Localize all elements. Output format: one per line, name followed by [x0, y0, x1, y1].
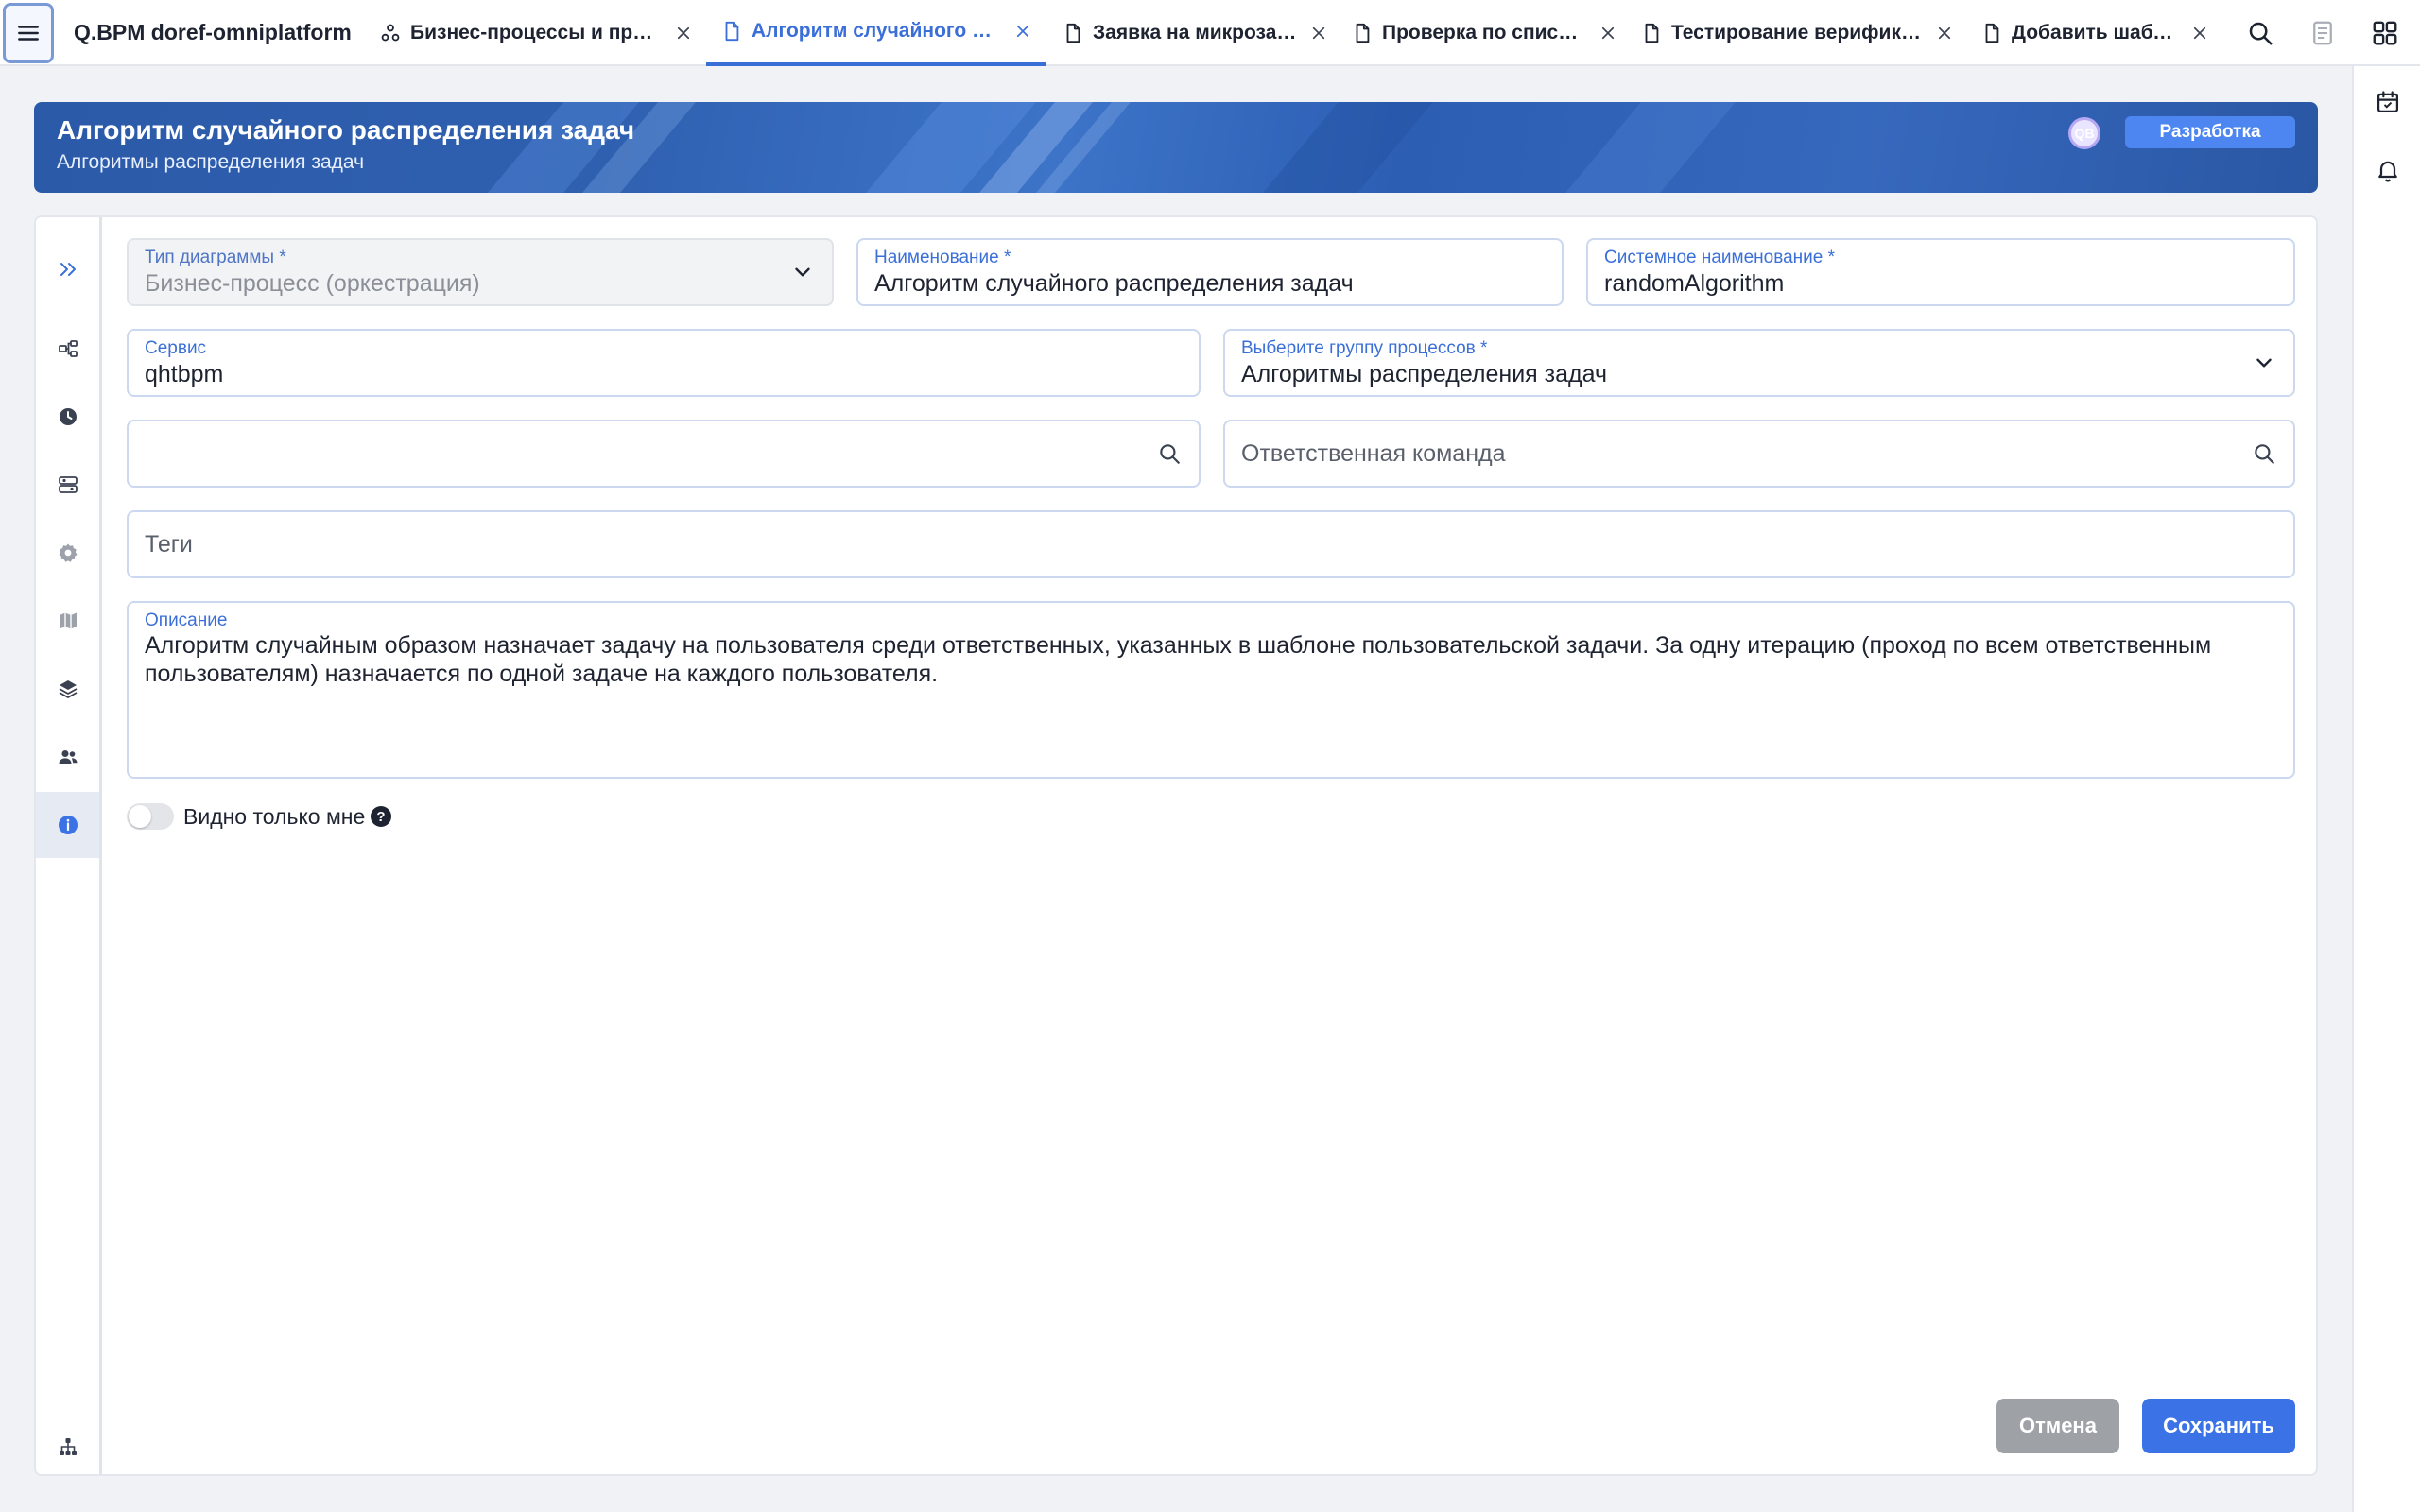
description-label: Описание [145, 610, 228, 630]
sidebar-item-structure[interactable] [36, 1414, 99, 1474]
process-icon [381, 24, 400, 42]
tab-add-template[interactable]: Добавить шаблон [1981, 0, 2208, 66]
tab-microloan-request[interactable]: Заявка на микрозайм [1063, 0, 1327, 66]
tab-verification-testing[interactable]: Тестирование верифика... [1641, 0, 1953, 66]
sidebar-item-map[interactable] [36, 588, 99, 654]
document-icon [1985, 23, 1999, 43]
system-name-field[interactable]: Системное наименование * randomAlgorithm [1586, 238, 2295, 306]
sidebar-item-layers[interactable] [36, 656, 99, 722]
close-icon[interactable] [1310, 25, 1327, 42]
chevron-down-icon [795, 267, 810, 277]
toggle-knob [129, 805, 151, 828]
info-icon [58, 816, 78, 834]
main-menu-button[interactable] [3, 3, 54, 63]
sidebar-item-history[interactable] [36, 384, 99, 450]
status-badge: Разработка [2125, 116, 2295, 148]
diagram-type-value: Бизнес-процесс (оркестрация) [145, 270, 480, 297]
sidebar-item-info[interactable] [36, 792, 99, 858]
tab-label: Добавить шаблон [2012, 22, 2178, 43]
apps-grid-icon[interactable] [2371, 19, 2399, 47]
bell-icon[interactable] [2375, 157, 2401, 183]
system-name-value: randomAlgorithm [1604, 270, 1785, 297]
variables-icon [58, 476, 78, 493]
process-group-label: Выберите группу процессов * [1241, 338, 1488, 358]
cancel-button[interactable]: Отмена [1996, 1399, 2119, 1453]
hierarchy-icon [59, 1438, 77, 1455]
tags-input[interactable]: Теги [127, 510, 2295, 578]
diagram-type-select: Тип диаграммы * Бизнес-процесс (оркестра… [127, 238, 834, 306]
users-icon [59, 750, 77, 764]
owner-search-input[interactable] [127, 420, 1201, 488]
close-icon[interactable] [1936, 25, 1953, 42]
right-rail [2352, 66, 2420, 1512]
gear-icon [59, 543, 77, 562]
responsible-team-input[interactable]: Ответственная команда [1223, 420, 2295, 488]
process-group-select[interactable]: Выберите группу процессов * Алгоритмы ра… [1223, 329, 2295, 397]
hamburger-icon [18, 26, 39, 41]
visible-only-me-label: Видно только мне [183, 803, 366, 829]
service-value: qhtbpm [145, 361, 224, 387]
tab-label: Заявка на микрозайм [1093, 22, 1297, 43]
search-icon[interactable] [2252, 441, 2276, 466]
diagram-type-label: Тип диаграммы * [145, 248, 286, 267]
document-icon [1066, 23, 1080, 43]
system-name-label: Системное наименование * [1604, 248, 1836, 267]
notes-icon[interactable] [2308, 19, 2337, 47]
close-icon[interactable] [2191, 25, 2208, 42]
document-icon [1356, 23, 1370, 43]
name-field[interactable]: Наименование * Алгоритм случайного распр… [856, 238, 1564, 306]
sidebar-item-users[interactable] [36, 724, 99, 790]
double-chevron-right-icon [60, 263, 76, 276]
expand-rail-button[interactable] [36, 236, 99, 302]
help-icon[interactable]: ? [371, 806, 391, 827]
sidebar-item-diagram[interactable] [36, 316, 99, 382]
map-icon [59, 612, 77, 629]
document-icon [1645, 23, 1659, 43]
sidebar-item-variables[interactable] [36, 452, 99, 518]
responsible-team-placeholder: Ответственная команда [1241, 439, 1506, 467]
description-textarea[interactable]: Описание Алгоритм случайным образом назн… [127, 601, 2295, 779]
sidebar-item-settings[interactable] [36, 520, 99, 586]
tags-placeholder: Теги [145, 530, 193, 558]
service-label: Сервис [145, 338, 207, 358]
tab-label: Тестирование верифика... [1671, 22, 1923, 43]
process-group-value: Алгоритмы распределения задач [1241, 361, 1607, 387]
main-card: Тип диаграммы * Бизнес-процесс (оркестра… [34, 215, 2318, 1476]
page-subtitle: Алгоритмы распределения задач [57, 151, 365, 173]
tab-list-check[interactable]: Проверка по спискам [1352, 0, 1616, 66]
close-icon[interactable] [675, 25, 692, 42]
name-value: Алгоритм случайного распределения задач [874, 270, 1354, 297]
search-icon[interactable] [1157, 441, 1182, 466]
page-header-banner: Алгоритм случайного распределения задач … [34, 102, 2318, 193]
close-icon[interactable] [1014, 23, 1031, 40]
calendar-icon[interactable] [2375, 89, 2401, 115]
top-bar: Q.BPM doref-omniplatform Бизнес-процессы… [0, 0, 2420, 66]
left-rail [36, 217, 102, 1474]
description-value: Алгоритм случайным образом назначает зад… [145, 632, 2212, 687]
chevron-down-icon [2256, 358, 2272, 368]
document-icon [725, 21, 739, 42]
page-title: Алгоритм случайного распределения задач [57, 115, 635, 145]
tab-label: Алгоритм случайного ра... [752, 20, 1001, 42]
avatar[interactable]: QB [2068, 117, 2100, 149]
close-icon[interactable] [1599, 25, 1616, 42]
clock-icon [59, 408, 77, 425]
service-field[interactable]: Сервис qhtbpm [127, 329, 1201, 397]
diagram-icon [58, 340, 78, 357]
tab-business-processes[interactable]: Бизнес-процессы и прав... [380, 0, 692, 66]
visible-only-me-toggle[interactable] [127, 803, 174, 830]
save-button[interactable]: Сохранить [2142, 1399, 2295, 1453]
layers-icon [59, 680, 77, 698]
tab-label: Проверка по спискам [1382, 22, 1586, 43]
search-icon[interactable] [2246, 19, 2274, 47]
tab-label: Бизнес-процессы и прав... [410, 22, 662, 43]
tab-random-algorithm[interactable]: Алгоритм случайного ра... [706, 0, 1046, 66]
name-label: Наименование * [874, 248, 1011, 267]
app-title: Q.BPM doref-omniplatform [74, 20, 352, 44]
